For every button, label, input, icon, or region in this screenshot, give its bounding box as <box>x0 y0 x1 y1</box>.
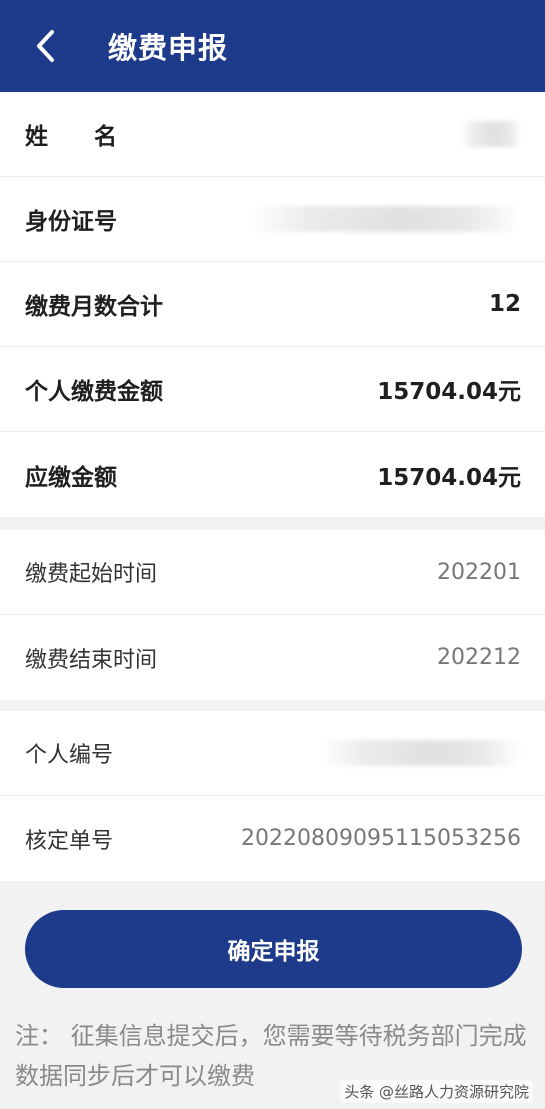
personal-amount-row: 个人缴费金额 15704.04元 <box>0 347 545 432</box>
name-label: 姓 名 <box>25 124 117 150</box>
id-number-value-masked <box>251 206 521 232</box>
months-value: 12 <box>488 291 521 317</box>
number-section: 个人编号 核定单号 20220809095115053256 <box>0 711 545 881</box>
name-value-masked <box>461 121 521 147</box>
personal-number-row: 个人编号 <box>0 711 545 796</box>
assessment-number-row: 核定单号 20220809095115053256 <box>0 796 545 881</box>
months-label: 缴费月数合计 <box>25 294 163 320</box>
personal-amount-value: 15704.04元 <box>377 379 521 405</box>
end-time-value: 202212 <box>437 645 521 670</box>
personal-number-label: 个人编号 <box>25 743 114 768</box>
due-amount-value: 15704.04元 <box>377 464 521 491</box>
due-amount-row: 应缴金额 15704.04元 <box>0 432 545 517</box>
name-row: 姓 名 <box>0 92 545 177</box>
start-time-value: 202201 <box>437 559 521 585</box>
top-bar: 缴费申报 <box>0 0 545 92</box>
start-time-row: 缴费起始时间 202201 <box>0 530 545 615</box>
id-number-label: 身份证号 <box>25 209 117 235</box>
id-number-row: 身份证号 <box>0 177 545 262</box>
end-time-label: 缴费结束时间 <box>25 647 158 673</box>
confirm-declare-button[interactable]: 确定申报 <box>25 910 522 988</box>
end-time-row: 缴费结束时间 202212 <box>0 615 545 700</box>
summary-section: 姓 名 身份证号 缴费月数合计 12 个人缴费金额 15704.04元 应缴金额… <box>0 92 545 517</box>
page-title: 缴费申报 <box>108 31 229 65</box>
personal-number-value-masked <box>321 740 521 766</box>
period-section: 缴费起始时间 202201 缴费结束时间 202212 <box>0 530 545 700</box>
personal-amount-label: 个人缴费金额 <box>25 379 163 405</box>
due-amount-label: 应缴金额 <box>25 464 117 491</box>
watermark: 头条 @丝路人力资源研究院 <box>340 1080 533 1103</box>
back-button[interactable] <box>0 0 90 92</box>
assessment-number-label: 核定单号 <box>25 828 114 854</box>
months-row: 缴费月数合计 12 <box>0 262 545 347</box>
assessment-number-value: 20220809095115053256 <box>241 826 521 851</box>
start-time-label: 缴费起始时间 <box>25 562 158 587</box>
chevron-left-icon <box>37 30 54 62</box>
